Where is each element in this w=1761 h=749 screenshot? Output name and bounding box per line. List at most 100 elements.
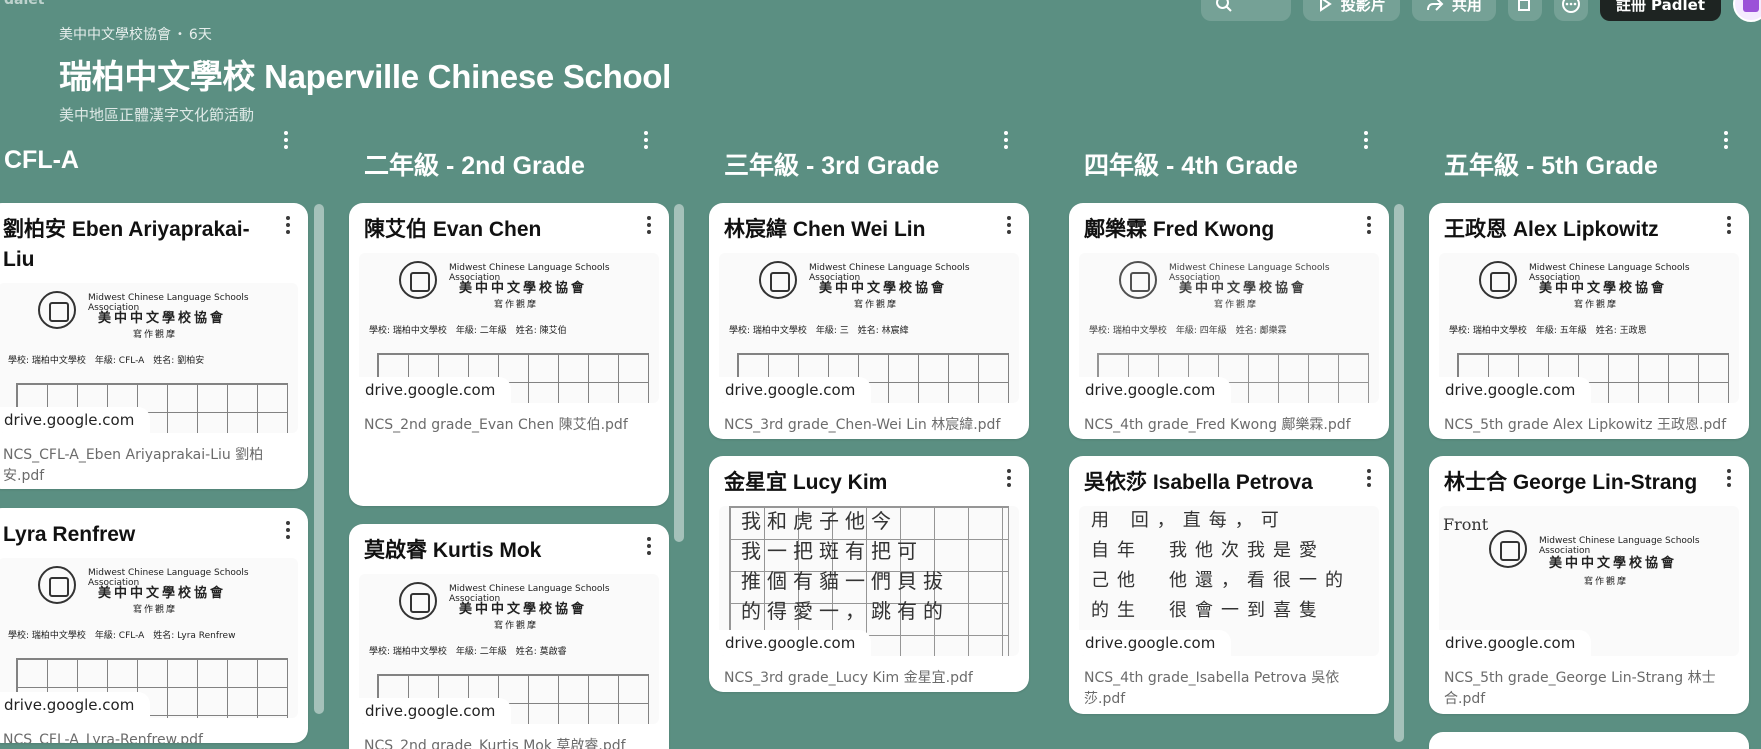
post-title: 金星宜 Lucy Kim [724,471,888,494]
attachment-preview[interactable]: Midwest Chinese Language Schools Associa… [0,558,298,718]
post-title: Lyra Renfrew [3,523,136,546]
post-menu-icon[interactable] [278,215,298,235]
avatar[interactable] [1733,0,1761,22]
share-button[interactable]: 共用 [1411,0,1496,21]
attachment-preview[interactable]: Front Midwest Chinese Language Schools A… [1439,506,1739,656]
board-title: 瑞柏中文學校 Naperville Chinese School [59,58,672,95]
post-caption: NCS_4th grade_Fred Kwong 鄺樂霖.pdf [1084,417,1351,433]
slideshow-button[interactable]: 投影片 [1302,0,1400,21]
post-menu-icon[interactable] [1719,468,1739,488]
attachment-preview[interactable]: Midwest Chinese Language Schools Associa… [1079,253,1379,403]
post-caption: NCS_4th grade_Isabella Petrova 吳依莎.pdf [1084,670,1340,707]
post-card[interactable]: 林士合 George Lin-Strang Front Midwest Chin… [1429,456,1749,714]
column-scrollbar[interactable] [314,204,324,714]
column-title: 四年級 - 4th Grade [1084,152,1298,180]
attachment-preview[interactable]: Midwest Chinese Language Schools Associa… [359,574,659,724]
post-menu-icon[interactable] [639,215,659,235]
association-seal [1479,261,1517,299]
share-icon [1426,0,1444,11]
separator-dot: • [177,28,183,40]
post-caption: NCS_3rd grade_Lucy Kim 金星宜.pdf [724,670,973,686]
post-card[interactable]: 林宸緯 Chen Wei Lin Midwest Chinese Languag… [709,203,1029,439]
post-caption: NCS_5th grade_George Lin-Strang 林士合.pdf [1444,670,1716,707]
column-menu-icon[interactable] [276,130,296,150]
post-title: 劉柏安 Eben Ariyaprakai-Liu [3,218,250,271]
post-menu-icon[interactable] [1359,468,1379,488]
post-caption: NCS_2nd grade_Evan Chen 陳艾伯.pdf [364,417,628,433]
post-card[interactable]: 吳依莎 Isabella Petrova 用 回，直每，可 自年 我他次我是愛 … [1069,456,1389,714]
post-card[interactable]: Lyra Renfrew Midwest Chinese Language Sc… [0,508,308,743]
column-menu-icon[interactable] [1716,130,1736,150]
copy-icon [1517,0,1530,11]
column-4th-grade: 四年級 - 4th Grade [1084,130,1404,190]
post-title: 陳艾伯 Evan Chen [364,218,542,241]
post-title: 林宸緯 Chen Wei Lin [724,218,926,241]
column-menu-icon[interactable] [1356,130,1376,150]
post-title: 鄺樂霖 Fred Kwong [1084,218,1275,241]
handwriting: 用 回，直每，可 自年 我他次我是愛 己他 他還，看很一的 的生 很會一到喜隻 [1091,510,1351,621]
handwriting: 我和虎子他今 我一把斑有把可 推個有貓一們貝拔 的得愛一，跳有的 [741,509,949,623]
search-button[interactable] [1200,0,1291,21]
link-domain-pill: drive.google.com [1439,630,1592,656]
association-seal [399,261,437,299]
link-domain-pill: drive.google.com [1439,377,1592,403]
column-menu-icon[interactable] [996,130,1016,150]
post-card[interactable]: 鄺樂霖 Fred Kwong Midwest Chinese Language … [1069,203,1389,439]
post-card[interactable]: 莫啟睿 Kurtis Mok Midwest Chinese Language … [349,524,669,749]
post-title: 吳依莎 Isabella Petrova [1084,471,1313,494]
post-menu-icon[interactable] [639,536,659,556]
board-subtitle: 美中地區正體漢字文化節活動 [59,106,255,124]
association-seal [38,291,76,329]
board-header: 美中中文學校協會 • 6天 瑞柏中文學校 Naperville Chinese … [59,24,671,125]
column-scrollbar[interactable] [1394,204,1404,742]
post-title: 王政恩 Alex Lipkowitz [1444,218,1659,241]
column-cfl-a: CFL-A [4,130,324,190]
column-title: 三年級 - 3rd Grade [724,152,940,180]
attachment-preview[interactable]: Midwest Chinese Language Schools Associa… [1439,253,1739,403]
attachment-preview[interactable]: Midwest Chinese Language Schools Associa… [359,253,659,403]
post-card[interactable]: 陳艾伯 Evan Chen Midwest Chinese Language S… [349,203,669,506]
link-domain-pill: drive.google.com [1079,377,1232,403]
post-caption: NCS_CFL-A_Eben Ariyaprakai-Liu 劉柏安.pdf [3,447,264,484]
play-icon [1319,0,1332,12]
link-domain-pill: drive.google.com [1079,630,1232,656]
column-scrollbar[interactable] [674,204,684,542]
board-owner[interactable]: 美中中文學校協會 [59,24,171,44]
association-seal [399,582,437,620]
post-card[interactable]: 王政恩 Alex Lipkowitz Midwest Chinese Langu… [1429,203,1749,439]
remake-button[interactable] [1507,0,1542,21]
post-menu-icon[interactable] [278,520,298,540]
column-menu-icon[interactable] [636,130,656,150]
post-caption: NCS_5th grade Alex Lipkowitz 王政恩.pdf [1444,417,1727,433]
signup-button[interactable]: 註冊 Padlet [1599,0,1721,21]
post-card[interactable]: 劉柏安 Eben Ariyaprakai-Liu Midwest Chinese… [0,203,308,489]
padlet-logo[interactable]: dalet [4,0,44,8]
more-icon [1561,0,1580,13]
column-title: 二年級 - 2nd Grade [364,152,585,180]
post-card[interactable]: 金星宜 Lucy Kim 我和虎子他今 我一把斑有把可 推個有貓一們貝拔 的得愛… [709,456,1029,692]
attachment-preview[interactable]: 用 回，直每，可 自年 我他次我是愛 己他 他還，看很一的 的生 很會一到喜隻 … [1079,506,1379,656]
more-button[interactable] [1553,0,1588,21]
attachment-preview[interactable]: Midwest Chinese Language Schools Associa… [0,283,298,433]
association-seal [1119,261,1157,299]
handwriting: Front [1443,515,1489,534]
board-meta: 美中中文學校協會 • 6天 [59,24,671,44]
post-menu-icon[interactable] [999,468,1019,488]
post-caption: NCS_CFL-A_Lyra-Renfrew.pdf [3,732,203,743]
link-domain-pill: drive.google.com [0,692,151,718]
column-2nd-grade: 二年級 - 2nd Grade [364,130,684,190]
association-seal [1489,530,1527,568]
avatar-icon [1743,0,1759,12]
link-domain-pill: drive.google.com [719,377,872,403]
top-toolbar: 投影片 共用 註冊 Padlet [1200,0,1761,22]
post-menu-icon[interactable] [1719,215,1739,235]
post-caption: NCS_3rd grade_Chen-Wei Lin 林宸緯.pdf [724,417,1001,433]
attachment-preview[interactable]: Midwest Chinese Language Schools Associa… [719,253,1019,403]
share-label: 共用 [1451,0,1482,14]
post-menu-icon[interactable] [999,215,1019,235]
attachment-preview[interactable]: 我和虎子他今 我一把斑有把可 推個有貓一們貝拔 的得愛一，跳有的 drive.g… [719,506,1019,656]
column-title: 五年級 - 5th Grade [1444,152,1658,180]
post-menu-icon[interactable] [1359,215,1379,235]
post-card[interactable] [1429,732,1749,749]
slideshow-label: 投影片 [1340,0,1386,14]
